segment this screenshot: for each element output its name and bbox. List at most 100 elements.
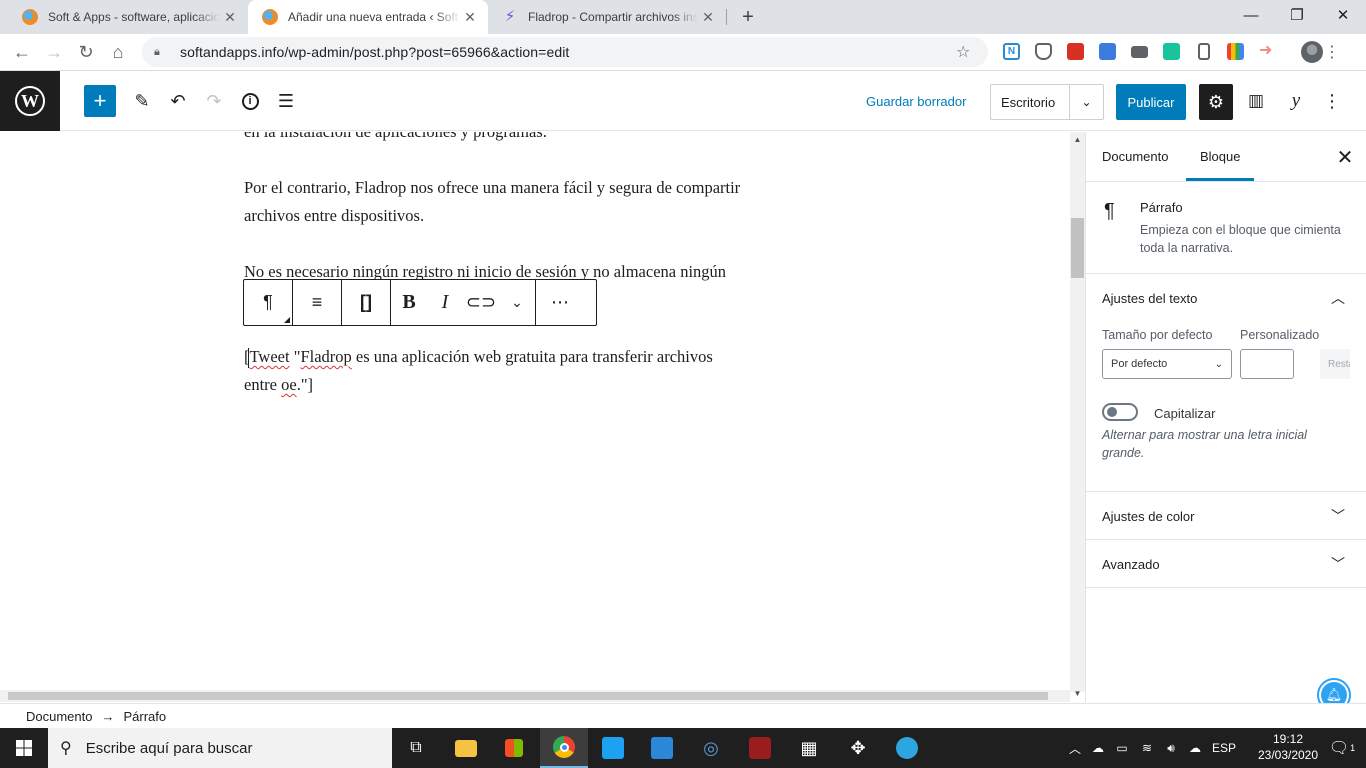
forward-icon[interactable]: → [40,38,68,66]
italic-icon[interactable]: I [427,280,463,325]
back-icon[interactable]: ← [8,38,36,66]
new-tab-icon[interactable]: + [736,4,760,30]
browser-tab-active[interactable]: Añadir una nueva entrada ‹ Soft & Apps ✕ [248,0,488,34]
network-app-icon[interactable]: ◎ [687,728,735,768]
color-settings-panel-title[interactable]: Ajustes de color [1102,509,1195,524]
font-size-select[interactable]: Por defecto ⌄ [1102,349,1232,379]
browser-tab-bar: Soft & Apps - software, aplicaciones ✕ A… [0,0,1366,34]
info-icon[interactable]: i [234,85,266,117]
chevron-down-icon[interactable]: ﹀ [1328,554,1348,574]
reset-button[interactable]: Restablecer [1320,349,1350,379]
close-tab-icon[interactable]: ✕ [460,9,480,26]
volume-icon[interactable]: 🔊︎ [1160,728,1182,768]
tray-chevron-up-icon[interactable]: ︿ [1066,728,1084,768]
chrome-taskbar-icon[interactable] [540,728,588,768]
onedrive-icon[interactable]: ☁ [1088,728,1108,768]
align-left-icon[interactable]: ≡ [293,280,341,325]
paragraph-block[interactable]: en la instalación de aplicaciones y prog… [244,132,834,146]
chevron-down-icon[interactable]: ﹀ [1328,506,1348,526]
more-formats-chevron-icon[interactable]: ⌄ [499,280,535,325]
close-tab-icon[interactable]: ✕ [220,9,240,26]
extension-n-icon[interactable]: N [1003,43,1020,60]
close-window-icon[interactable]: ✕ [1320,0,1366,30]
breadcrumb-document[interactable]: Documento [26,709,92,724]
more-ellipsis-icon[interactable]: ⋯ [536,280,584,325]
selected-paragraph-block[interactable]: [Tweet "Fladrop es una aplicación web gr… [244,343,834,399]
browser-tab[interactable]: Soft & Apps - software, aplicaciones ✕ [8,0,248,34]
chevron-down-icon[interactable]: ⌄ [1069,85,1103,119]
block-navigation-icon[interactable]: ☰ [270,85,302,117]
flipboard-icon[interactable] [1067,43,1084,60]
wordpress-logo[interactable]: W [0,71,60,131]
bold-icon[interactable]: B [391,280,427,325]
home-icon[interactable]: ⌂ [104,38,132,66]
mail-icon[interactable] [1131,46,1148,58]
settings-gear-icon[interactable]: ⚙ [1199,84,1233,120]
tab-document[interactable]: Documento [1102,132,1168,181]
paragraph-block-icon[interactable]: ¶ [244,280,292,325]
drop-cap-toggle[interactable] [1102,403,1138,421]
scroll-down-icon[interactable]: ▼ [1070,686,1085,700]
link-icon[interactable]: ⊂⊃ [463,280,499,325]
scrollbar-thumb[interactable] [1071,218,1084,278]
minimize-icon[interactable]: — [1228,0,1274,30]
publish-button[interactable]: Publicar [1116,84,1186,120]
save-draft-button[interactable]: Guardar borrador [858,85,974,117]
windows-start-icon[interactable] [0,728,48,768]
wifi-icon[interactable]: ≋ [1136,728,1158,768]
advanced-panel-title[interactable]: Avanzado [1102,557,1160,572]
paragraph-icon: ¶ [1104,200,1115,222]
editor-canvas: en la instalación de aplicaciones y prog… [0,132,1070,692]
address-bar[interactable]: 🔒︎ softandapps.info/wp-admin/post.php?po… [142,37,988,67]
battery-icon[interactable]: ▭ [1112,728,1132,768]
preview-dropdown[interactable]: Escritorio ⌄ [990,84,1104,120]
text-settings-panel-title[interactable]: Ajustes del texto [1102,291,1197,306]
action-center-icon[interactable]: 🗨︎ 1 [1322,728,1362,768]
close-sidebar-icon[interactable]: ✕ [1332,144,1358,170]
chevron-up-icon[interactable]: ︿ [1328,288,1348,308]
breadcrumb-paragraph[interactable]: Párrafo [123,709,166,724]
redo-icon[interactable]: ↷ [198,85,230,117]
file-explorer-icon[interactable] [442,728,490,768]
scroll-up-icon[interactable]: ▲ [1070,132,1085,146]
cloud-upload-icon[interactable]: ☁ [1184,728,1206,768]
extension-arrow-icon[interactable]: ➜ [1259,43,1276,60]
undo-icon[interactable]: ↶ [162,85,194,117]
close-tab-icon[interactable]: ✕ [698,9,718,26]
chrome-menu-icon[interactable]: ⋮ [1318,38,1346,66]
horizontal-scrollbar[interactable] [0,690,1070,702]
bookmark-star-icon[interactable]: ☆ [956,42,980,62]
divider [1086,539,1366,540]
block-layout-icon[interactable]: ▥ [1240,85,1272,117]
tab-block[interactable]: Bloque [1186,132,1255,181]
twitter-icon[interactable] [589,728,637,768]
scrollbar-thumb[interactable] [8,692,1048,700]
yoast-icon[interactable]: y [1280,85,1312,117]
url-text[interactable]: softandapps.info/wp-admin/post.php?post=… [180,44,956,60]
color-extension-icon[interactable] [1227,43,1244,60]
add-block-button[interactable]: + [84,85,116,117]
reload-icon[interactable]: ↻ [72,38,100,66]
snipping-tool-icon[interactable] [638,728,686,768]
edit-pencil-icon[interactable]: ✎ [126,85,158,117]
more-options-icon[interactable]: ⋮ [1316,85,1348,117]
store-icon[interactable] [490,728,538,768]
task-view-icon[interactable]: ⧉ [392,728,440,768]
taskbar-clock[interactable]: 19:12 23/03/2020 [1256,731,1320,765]
extension-check-icon[interactable] [1099,43,1116,60]
taskbar-search[interactable]: ⚲ Escribe aquí para buscar [48,728,392,768]
restore-icon[interactable]: ❐ [1274,0,1320,30]
move-app-icon[interactable]: ✥ [834,728,882,768]
browser-tab[interactable]: ⚡ Fladrop - Compartir archivos instantán… [488,0,726,34]
language-indicator[interactable]: ESP [1210,728,1238,768]
custom-font-size-input[interactable] [1240,349,1294,379]
shortcode-brackets-icon[interactable]: [] [342,280,390,325]
extension-green-icon[interactable] [1163,43,1180,60]
pocket-icon[interactable] [1035,43,1052,60]
paragraph-block[interactable]: Por el contrario, Fladrop nos ofrece una… [244,174,834,230]
editor-scrollbar[interactable]: ▲ ▼ [1070,132,1085,698]
bookmark-icon[interactable] [1198,43,1210,60]
app-grid-icon[interactable]: ▦ [785,728,833,768]
telegram-icon[interactable] [883,728,931,768]
app-icon[interactable] [736,728,784,768]
